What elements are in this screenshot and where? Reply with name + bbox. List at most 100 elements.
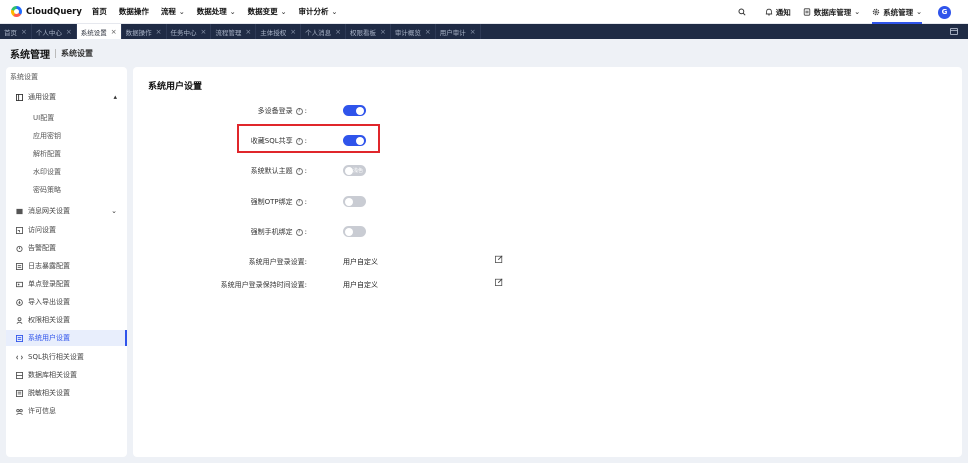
breadcrumb-section[interactable]: 系统管理	[10, 46, 50, 61]
close-icon[interactable]: ×	[156, 28, 162, 36]
menu-flow[interactable]: 流程 ⌄	[161, 6, 185, 17]
search-icon	[738, 8, 746, 16]
setting-toggle-2[interactable]: 浅色	[343, 165, 366, 176]
close-icon[interactable]: ×	[201, 28, 207, 36]
log-icon	[16, 262, 23, 270]
sidebar-subitem-password-policy[interactable]: 密码策略	[33, 185, 61, 195]
close-icon[interactable]: ×	[245, 28, 251, 36]
tab-label: 主体授权	[260, 28, 287, 37]
setting-label-text: 多设备登录	[257, 107, 293, 115]
sidebar-item-11[interactable]: 许可信息	[6, 403, 127, 419]
tab-8[interactable]: 权限看板 ×	[346, 24, 391, 39]
tab-5[interactable]: 流程管理 ×	[211, 24, 257, 39]
help-icon[interactable]: ?	[295, 228, 303, 236]
edit-icon[interactable]	[495, 255, 503, 265]
tab-7[interactable]: 个人消息 ×	[301, 24, 346, 39]
notification-button[interactable]: 通知	[765, 7, 791, 18]
search-button[interactable]	[738, 8, 749, 16]
setting-label-6: 系统用户登录保持时间设置:	[221, 280, 307, 290]
window-icon	[950, 28, 958, 35]
setting-label-5: 系统用户登录设置:	[249, 257, 307, 267]
tab-6[interactable]: 主体授权 ×	[256, 24, 302, 39]
tab-label: 系统设置	[80, 28, 107, 37]
sidebar-item-5[interactable]: 导入导出设置	[6, 294, 127, 310]
tab-3[interactable]: 数据操作 ×	[122, 24, 167, 39]
tab-4[interactable]: 任务中心 ×	[167, 24, 212, 39]
close-icon[interactable]: ×	[66, 28, 72, 36]
toggle-knob	[345, 227, 353, 236]
toggle-knob	[356, 106, 364, 115]
edit-icon[interactable]	[495, 278, 503, 288]
tab-0[interactable]: 首页 ×	[0, 24, 32, 39]
label-colon: :	[304, 107, 307, 115]
sidebar-item-7[interactable]: 系统用户设置	[6, 330, 127, 346]
menu-data-process[interactable]: 数据处理 ⌄	[197, 6, 236, 17]
sidebar-subitem-ui-config[interactable]: UI配置	[33, 113, 54, 123]
close-icon[interactable]: ×	[290, 28, 296, 36]
sidebar-item-10[interactable]: 脱敏相关设置	[6, 385, 127, 401]
menu-audit[interactable]: 审计分析 ⌄	[299, 6, 338, 17]
breadcrumb-divider	[55, 49, 56, 58]
sidebar-subitem-watermark[interactable]: 水印设置	[33, 167, 61, 177]
setting-toggle-1[interactable]	[343, 135, 366, 146]
tab-label: 审计概览	[394, 28, 421, 37]
close-icon[interactable]: ×	[111, 28, 117, 36]
tab-1[interactable]: 个人中心 ×	[32, 24, 77, 39]
setting-label-1: 收藏SQL共享?:	[251, 136, 307, 146]
setting-toggle-0[interactable]	[343, 105, 366, 116]
sidebar-item-0[interactable]: 消息网关设置 ⌄	[6, 203, 127, 219]
setting-label-text: 系统用户登录保持时间设置:	[220, 281, 307, 289]
help-icon[interactable]: ?	[295, 167, 303, 175]
sidebar-item-label: 访问设置	[28, 226, 56, 234]
help-icon[interactable]: ?	[295, 137, 303, 145]
tab-menu-button[interactable]	[950, 24, 968, 39]
sidebar-item-general[interactable]: 通用设置 ▴	[6, 89, 127, 105]
sidebar-item-label: 许可信息	[28, 407, 56, 415]
close-icon[interactable]: ×	[470, 28, 476, 36]
menu-data-change[interactable]: 数据变更 ⌄	[248, 6, 287, 17]
tab-10[interactable]: 用户审计 ×	[436, 24, 481, 39]
tab-label: 个人中心	[35, 28, 62, 37]
tab-9[interactable]: 审计概览 ×	[391, 24, 436, 39]
chevron-down-icon: ⌄	[280, 7, 287, 16]
setting-toggle-3[interactable]	[343, 196, 366, 207]
label-colon: :	[304, 167, 307, 175]
breadcrumb-page: 系统设置	[61, 49, 93, 58]
close-icon[interactable]: ×	[335, 28, 341, 36]
avatar[interactable]: G	[938, 5, 951, 19]
sidebar-item-4[interactable]: 单点登录配置	[6, 276, 127, 292]
alarm-icon	[16, 245, 23, 252]
sidebar-subitem-parse-config[interactable]: 解析配置	[33, 149, 61, 159]
license-icon	[16, 408, 23, 415]
tab-strip: 首页 × 个人中心 × 系统设置 × 数据操作 × 任务中心 × 流程管理 × 主体授权 × 个人消息 × 权限…	[0, 24, 968, 39]
sidebar-item-2[interactable]: 告警配置	[6, 240, 127, 256]
logo-icon	[11, 6, 22, 17]
sidebar-item-6[interactable]: 权限相关设置	[6, 312, 127, 328]
menu-data-ops[interactable]: 数据操作	[119, 6, 149, 17]
menu-flow-label: 流程	[160, 7, 176, 16]
sys-manage-menu[interactable]: 系统管理 ⌄	[872, 0, 922, 24]
sidebar-item-3[interactable]: 日志暴露配置	[6, 258, 127, 274]
sidebar-item-label: 单点登录配置	[28, 280, 70, 288]
menu-audit-label: 审计分析	[298, 7, 329, 16]
brand-logo[interactable]: CloudQuery	[11, 6, 82, 17]
setting-toggle-4[interactable]	[343, 226, 366, 237]
sidebar-item-1[interactable]: 访问设置	[6, 222, 127, 238]
brand-name: CloudQuery	[26, 6, 82, 17]
close-icon[interactable]: ×	[380, 28, 386, 36]
panel-icon	[16, 93, 23, 101]
sidebar-item-9[interactable]: 数据库相关设置	[6, 367, 127, 383]
help-icon[interactable]: ?	[295, 107, 303, 115]
tab-label: 个人消息	[305, 28, 332, 37]
toggle-knob	[356, 136, 364, 145]
close-icon[interactable]: ×	[21, 28, 27, 36]
menu-home[interactable]: 首页	[92, 6, 107, 17]
tab-2[interactable]: 系统设置 ×	[76, 24, 122, 39]
close-icon[interactable]: ×	[425, 28, 431, 36]
top-nav: CloudQuery 首页 数据操作 流程 ⌄ 数据处理 ⌄ 数据变更 ⌄ 审计分析 ⌄…	[0, 0, 968, 24]
db-manage-menu[interactable]: 数据库管理 ⌄	[803, 7, 860, 18]
sidebar-subitem-app-key[interactable]: 应用密钥	[33, 131, 61, 141]
sidebar-item-8[interactable]: SQL执行相关设置	[6, 349, 127, 365]
help-icon[interactable]: ?	[295, 198, 303, 206]
setting-label-2: 系统默认主题?:	[251, 166, 307, 176]
